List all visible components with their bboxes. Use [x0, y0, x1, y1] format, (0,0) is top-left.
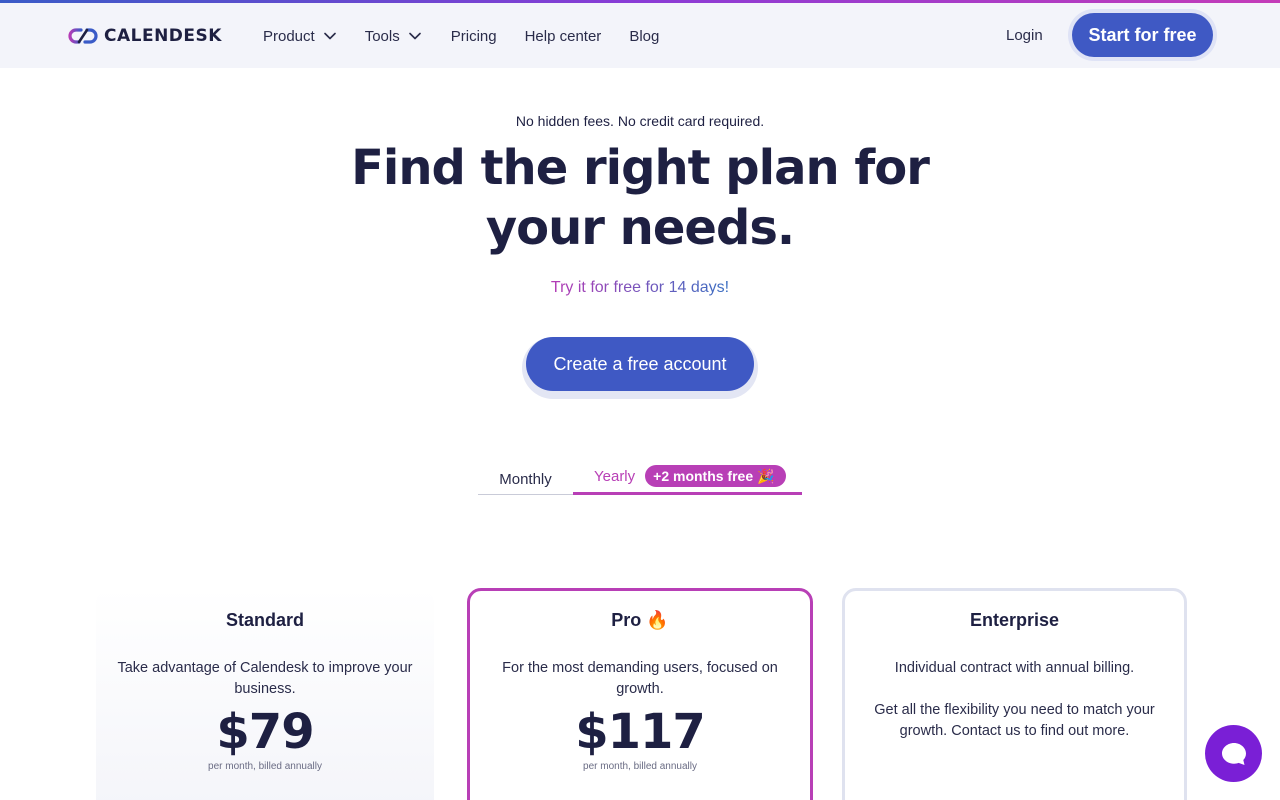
plan-name: Standard: [225, 610, 304, 630]
tab-monthly-label: Monthly: [499, 470, 552, 488]
plan-price: $79: [216, 704, 314, 760]
nav-blog-label: Blog: [629, 27, 660, 45]
nav-pricing[interactable]: Pricing: [451, 25, 497, 47]
trial-text: Try it for free for 14 days!: [0, 279, 1280, 297]
plan-price-note: per month, billed annually: [583, 761, 697, 772]
nav-help-center-label: Help center: [524, 27, 602, 45]
login-link[interactable]: Login: [1006, 27, 1043, 44]
plan-card-enterprise: Enterprise Individual contract with annu…: [842, 588, 1187, 800]
plan-description: Take advantage of Calendesk to improve y…: [117, 660, 413, 697]
chevron-down-icon: [408, 32, 421, 40]
chat-launcher-button[interactable]: [1205, 725, 1262, 782]
billing-toggle: Monthly Yearly +2 months free 🎉: [478, 460, 802, 496]
start-for-free-button[interactable]: Start for free: [1072, 13, 1213, 57]
nav-pricing-label: Pricing: [450, 27, 497, 45]
logo-link-icon: [68, 28, 98, 44]
plan-name: Enterprise: [969, 610, 1060, 630]
hero-subhead: No hidden fees. No credit card required.: [515, 113, 765, 129]
chevron-down-icon: [323, 32, 336, 40]
create-free-account-button[interactable]: Create a free account: [526, 337, 754, 391]
nav-product[interactable]: Product: [263, 25, 336, 47]
plan-card-standard: Standard Take advantage of Calendesk to …: [96, 588, 434, 800]
nav-help-center[interactable]: Help center: [525, 25, 602, 47]
site-header: CALENDESK Product Tools Pricing Help cen…: [0, 3, 1280, 68]
page-title: Find the right plan for your needs.: [351, 140, 930, 256]
main-nav: Product Tools Pricing Help center Blog: [263, 25, 659, 47]
plan-description: For the most demanding users, focused on…: [502, 660, 778, 697]
nav-blog[interactable]: Blog: [629, 25, 659, 47]
yearly-discount-badge: +2 months free 🎉: [645, 465, 787, 487]
plan-description-secondary: Get all the flexibility you need to matc…: [874, 702, 1155, 739]
nav-tools-label: Tools: [364, 27, 400, 45]
logo[interactable]: CALENDESK: [68, 25, 222, 47]
tab-monthly[interactable]: Monthly: [478, 460, 573, 495]
tab-yearly[interactable]: Yearly +2 months free 🎉: [573, 460, 802, 495]
plan-card-pro: Pro 🔥 For the most demanding users, focu…: [467, 588, 813, 800]
tab-yearly-label: Yearly: [594, 467, 636, 485]
chat-bubble-icon: [1221, 742, 1246, 765]
plan-price: $117: [575, 704, 706, 760]
nav-tools[interactable]: Tools: [365, 25, 421, 47]
plan-price-note: per month, billed annually: [208, 761, 322, 772]
trial-text-label: Try it for free for 14 days!: [550, 279, 730, 296]
plan-name: Pro 🔥: [611, 610, 669, 630]
nav-product-label: Product: [263, 27, 315, 45]
plan-description: Individual contract with annual billing.: [894, 660, 1135, 676]
logo-text: CALENDESK: [104, 26, 222, 46]
